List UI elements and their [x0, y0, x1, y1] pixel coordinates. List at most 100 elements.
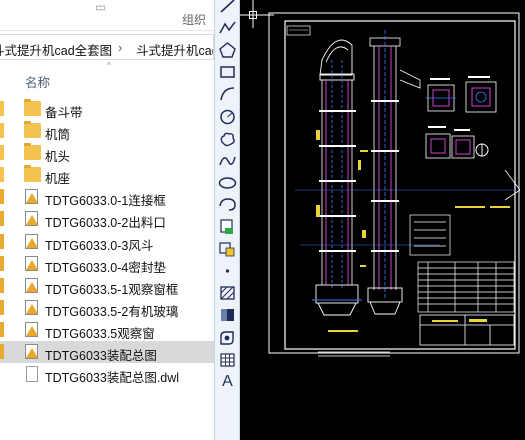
file-row[interactable]: TDTG6033.5-2有机玻璃 [0, 297, 214, 319]
folder-icon [24, 99, 41, 116]
dwg-file-icon [24, 321, 41, 337]
file-name: TDTG6033装配总图 [45, 349, 157, 364]
file-name: TDTG6033.0-1连接框 [45, 194, 166, 209]
file-name: TDTG6033.0-3风斗 [45, 238, 154, 253]
rectangle-icon[interactable] [217, 62, 238, 82]
file-name: TDTG6033.5-2有机玻璃 [45, 304, 179, 319]
detail-labels [428, 76, 490, 131]
file-explorer-window: ▭ 组织 斗式提升机cad全套图 › 斗式提升机cad ^ 名称 备斗带机筒机头… [0, 0, 214, 440]
row-left-edge-icon [0, 123, 4, 139]
point-icon[interactable] [217, 261, 238, 281]
notes-block [409, 214, 451, 256]
file-name: TDTG6033.5观察窗 [45, 326, 155, 341]
breadcrumb-item-2[interactable]: 斗式提升机cad [136, 40, 213, 59]
file-name: TDTG6033.0-2出料口 [45, 216, 166, 231]
cad-draw-toolbar: A [214, 0, 240, 440]
file-row[interactable]: TDTG6033.0-2出料口 [0, 208, 214, 230]
cad-drawing-canvas[interactable] [240, 0, 525, 440]
row-left-edge-icon [0, 277, 4, 293]
line-icon[interactable] [217, 0, 238, 16]
insert-block-icon[interactable] [217, 217, 238, 237]
folder-row[interactable]: 备斗带 [0, 98, 214, 120]
elevator-casing-left [321, 60, 353, 290]
row-left-edge-icon [0, 167, 4, 183]
folder-icon [24, 165, 41, 183]
file-name: TDTG6033装配总图.dwl [45, 371, 180, 386]
detail-view-3 [425, 133, 451, 159]
ribbon: ▭ 组织 [0, 0, 214, 31]
dwg-file-icon [24, 277, 41, 293]
arc-icon[interactable] [217, 84, 238, 104]
multiline-text-icon[interactable]: A [217, 372, 238, 392]
gradient-icon[interactable] [217, 305, 238, 325]
ribbon-button-icon[interactable]: ▭ [95, 0, 113, 14]
file-name: 机座 [45, 172, 71, 187]
polyline-icon[interactable] [217, 18, 238, 38]
breadcrumb-item-1[interactable]: 斗式提升机cad全套图 [0, 40, 112, 59]
make-block-icon[interactable] [217, 239, 238, 259]
elevator-boot-left [312, 284, 362, 316]
row-left-edge-icon [0, 255, 4, 271]
row-left-edge-icon [0, 321, 4, 337]
dwg-file-icon [24, 233, 41, 249]
spline-icon[interactable] [217, 151, 238, 171]
address-bar[interactable]: 斗式提升机cad全套图 › 斗式提升机cad [0, 34, 214, 60]
file-name: 机筒 [45, 128, 71, 143]
folder-icon [24, 143, 41, 161]
file-name: 机头 [45, 150, 71, 165]
row-left-edge-icon [0, 344, 4, 360]
region-icon[interactable] [217, 328, 238, 348]
drawing-number-box [286, 25, 311, 36]
column-header-label: 名称 [25, 76, 51, 90]
row-left-edge-icon [0, 211, 4, 227]
column-header-name[interactable]: ^ 名称 [0, 60, 214, 90]
dwg-file-icon [24, 255, 41, 271]
file-row[interactable]: TDTG6033.0-1连接框 [0, 186, 214, 208]
file-name: TDTG6033.5-1观察窗框 [45, 282, 179, 297]
folder-row[interactable]: 机座 [0, 164, 214, 186]
table-icon[interactable] [217, 350, 238, 370]
detail-view-4 [451, 135, 475, 159]
file-row[interactable]: TDTG6033.5-1观察窗框 [0, 275, 214, 297]
breadcrumb-separator-icon[interactable]: › [118, 40, 122, 55]
row-left-edge-icon [0, 101, 4, 116]
file-row[interactable]: TDTG6033.0-3风斗 [0, 231, 214, 253]
parts-list-table [417, 261, 515, 313]
title-block [419, 314, 515, 346]
dwg-file-icon [24, 344, 41, 360]
row-left-edge-icon [0, 145, 4, 161]
file-row[interactable]: TDTG6033.0-4密封垫 [0, 253, 214, 275]
row-left-edge-icon [0, 299, 4, 315]
dwg-file-icon [24, 211, 41, 227]
hatch-icon[interactable] [217, 283, 238, 303]
file-name: TDTG6033.0-4密封垫 [45, 260, 166, 275]
dwg-file-icon [24, 299, 41, 315]
file-row[interactable]: TDTG6033装配总图.dwl [0, 363, 214, 385]
ribbon-group-label: 组织 [182, 13, 207, 27]
circle-icon[interactable] [217, 107, 238, 127]
file-list: 备斗带机筒机头机座 TDTG6033.0-1连接框 TDTG6033.0-2出料口 T… [0, 98, 214, 385]
dwg-file-icon [24, 189, 41, 205]
folder-row[interactable]: 机筒 [0, 120, 214, 142]
elevator-casing-right [369, 30, 401, 300]
detail-view-2 [465, 81, 497, 113]
sort-up-icon: ^ [107, 61, 111, 70]
discharge-spout [399, 69, 421, 89]
row-left-edge-icon [0, 233, 4, 249]
revision-cloud-icon[interactable] [217, 129, 238, 149]
row-left-edge-icon [0, 366, 4, 381]
row-left-edge-icon [0, 189, 4, 205]
center-lines [295, 189, 515, 246]
file-name: 备斗带 [45, 106, 83, 120]
detail-view-1 [426, 84, 456, 112]
polygon-icon[interactable] [217, 40, 238, 60]
folder-icon [24, 121, 41, 139]
file-row[interactable]: TDTG6033.5观察窗 [0, 319, 214, 341]
elevator-head [319, 39, 355, 81]
casing-flanges-left [319, 110, 356, 252]
file-row[interactable]: TDTG6033装配总图 [0, 341, 214, 364]
ellipse-icon[interactable] [217, 173, 238, 193]
folder-row[interactable]: 机头 [0, 142, 214, 164]
ellipse-arc-icon[interactable] [217, 195, 238, 215]
blank-file-icon [24, 366, 41, 383]
